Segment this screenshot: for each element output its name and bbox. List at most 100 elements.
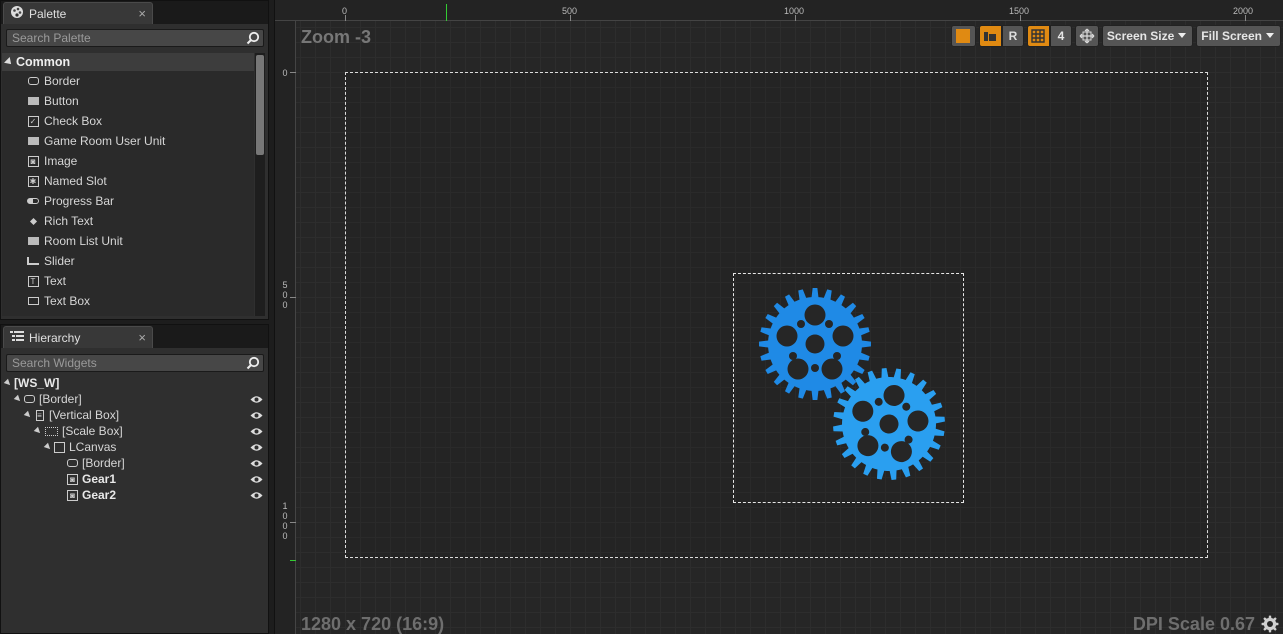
ruler-tick	[290, 72, 296, 73]
tree-item-label: [WS_W]	[14, 376, 60, 390]
text-icon: T	[26, 275, 40, 287]
palette-item-progress-bar[interactable]: Progress Bar	[2, 191, 254, 211]
tree-item-gear2[interactable]: ◙ Gear2	[5, 487, 265, 503]
eye-icon[interactable]	[250, 409, 263, 423]
palette-item-text[interactable]: T Text	[2, 271, 254, 291]
image-icon: ◙	[67, 473, 78, 485]
eye-icon[interactable]	[250, 425, 263, 439]
category-label: Common	[16, 55, 71, 69]
tree-item-label: Gear2	[82, 488, 117, 502]
designer-canvas[interactable]: 0 500 1000 0 500 1000 1500 2000 Zoom -3 …	[274, 0, 1283, 634]
palette-item-image[interactable]: ◙ Image	[2, 151, 254, 171]
palette-item-label: Text	[44, 274, 67, 288]
grid-snap-toggle-button[interactable]	[1026, 24, 1050, 47]
ruler-tick	[290, 522, 296, 523]
search-icon[interactable]	[246, 31, 260, 48]
hierarchy-icon	[10, 330, 24, 345]
palette-item-label: Game Room User Unit	[44, 134, 166, 148]
eye-icon[interactable]	[250, 473, 263, 487]
scale-box-icon	[44, 426, 58, 436]
expand-arrow-icon[interactable]	[3, 378, 13, 388]
grid-snap-value-button[interactable]: 4	[1049, 24, 1072, 47]
eye-icon[interactable]	[250, 393, 263, 407]
tree-item-border[interactable]: [Border]	[5, 391, 265, 407]
ruler-cursor-marker	[446, 4, 447, 21]
hierarchy-tabbar: Hierarchy ×	[1, 325, 268, 348]
locks-toggle-button[interactable]	[978, 24, 1002, 47]
palette-panel: Palette × Common Border Button ✓ Check Bo…	[0, 0, 269, 320]
hierarchy-tab-label: Hierarchy	[29, 330, 81, 345]
tree-item-label: LCanvas	[69, 440, 117, 454]
tree-item-lcanvas[interactable]: LCanvas	[5, 439, 265, 455]
ruler-tick	[570, 15, 571, 21]
screen-size-dropdown[interactable]: Screen Size	[1101, 24, 1194, 47]
tree-item-label: Gear1	[82, 472, 117, 486]
checkbox-icon: ✓	[26, 115, 40, 127]
palette-search-input[interactable]	[7, 30, 237, 46]
expand-arrow-icon[interactable]	[13, 394, 23, 404]
tree-item-gear1[interactable]: ◙ Gear1	[5, 471, 265, 487]
user-widget-icon	[26, 235, 40, 247]
ruler-label: 500	[282, 280, 288, 310]
search-icon[interactable]	[246, 356, 260, 373]
close-icon[interactable]: ×	[138, 330, 146, 345]
tree-item-scale-box[interactable]: [Scale Box]	[5, 423, 265, 439]
palette-item-label: Text Box	[44, 294, 91, 308]
palette-tab[interactable]: Palette ×	[3, 2, 153, 24]
ruler-label: 1000	[282, 501, 288, 541]
text-box-icon	[26, 295, 40, 307]
zoom-level-label: Zoom -3	[301, 27, 371, 47]
settings-icon[interactable]	[1261, 615, 1279, 634]
image-icon: ◙	[67, 489, 78, 501]
eye-icon[interactable]	[250, 457, 263, 471]
hierarchy-search-input[interactable]	[7, 355, 237, 371]
fill-screen-label: Fill Screen	[1201, 28, 1262, 43]
palette-item-game-room-user-unit[interactable]: Game Room User Unit	[2, 131, 254, 151]
palette-item-label: Rich Text	[44, 214, 94, 228]
expand-arrow-icon[interactable]	[23, 410, 33, 420]
hierarchy-tab[interactable]: Hierarchy ×	[3, 326, 153, 348]
eye-icon[interactable]	[250, 489, 263, 503]
category-common[interactable]: Common	[2, 53, 254, 71]
designer-toolbar: R 4 Screen Size Fill Screen	[950, 24, 1283, 47]
palette-item-label: Slider	[44, 254, 75, 268]
palette-item-button[interactable]: Button	[2, 91, 254, 111]
palette-item-slider[interactable]: Slider	[2, 251, 254, 271]
tree-item-inner-border[interactable]: [Border]	[5, 455, 265, 471]
tree-item-ws-w[interactable]: [WS_W]	[3, 375, 265, 391]
fill-screen-dropdown[interactable]: Fill Screen	[1196, 24, 1281, 47]
scrollbar-thumb[interactable]	[256, 55, 264, 155]
user-widget-icon	[26, 135, 40, 147]
button-icon	[26, 95, 40, 107]
expand-arrow-icon[interactable]	[43, 442, 53, 452]
expand-arrow-icon[interactable]	[33, 426, 43, 436]
ruler-tick	[345, 15, 346, 21]
named-slot-icon: ✱	[26, 175, 40, 187]
ruler-tick	[290, 297, 296, 298]
gear2-image[interactable]	[832, 367, 946, 481]
lcanvas-bounds[interactable]	[733, 273, 964, 503]
outline-icon	[956, 28, 971, 43]
r-toggle-button[interactable]: R	[1001, 24, 1024, 47]
palette-item-rich-text[interactable]: Rich Text	[2, 211, 254, 231]
ruler-tick	[795, 15, 796, 21]
palette-item-label: Check Box	[44, 114, 103, 128]
tree-item-label: [Vertical Box]	[49, 408, 120, 422]
eye-icon[interactable]	[250, 441, 263, 455]
outline-toggle-button[interactable]	[950, 24, 976, 47]
tree-item-vertical-box[interactable]: ≡ [Vertical Box]	[5, 407, 265, 423]
palette-tabbar: Palette ×	[1, 1, 268, 24]
transform-toggle-button[interactable]	[1074, 24, 1099, 47]
grid-snap-group: 4	[1026, 24, 1072, 47]
tree-item-label: [Border]	[82, 456, 125, 470]
rich-text-icon	[26, 215, 40, 227]
close-icon[interactable]: ×	[138, 6, 146, 21]
palette-item-border[interactable]: Border	[2, 71, 254, 91]
palette-item-text-box[interactable]: Text Box	[2, 291, 254, 311]
palette-item-room-list-unit[interactable]: Room List Unit	[2, 231, 254, 251]
chevron-down-icon	[1266, 33, 1274, 38]
palette-scrollbar[interactable]	[255, 53, 265, 316]
palette-item-named-slot[interactable]: ✱ Named Slot	[2, 171, 254, 191]
palette-item-check-box[interactable]: ✓ Check Box	[2, 111, 254, 131]
expand-arrow-icon	[4, 57, 14, 67]
